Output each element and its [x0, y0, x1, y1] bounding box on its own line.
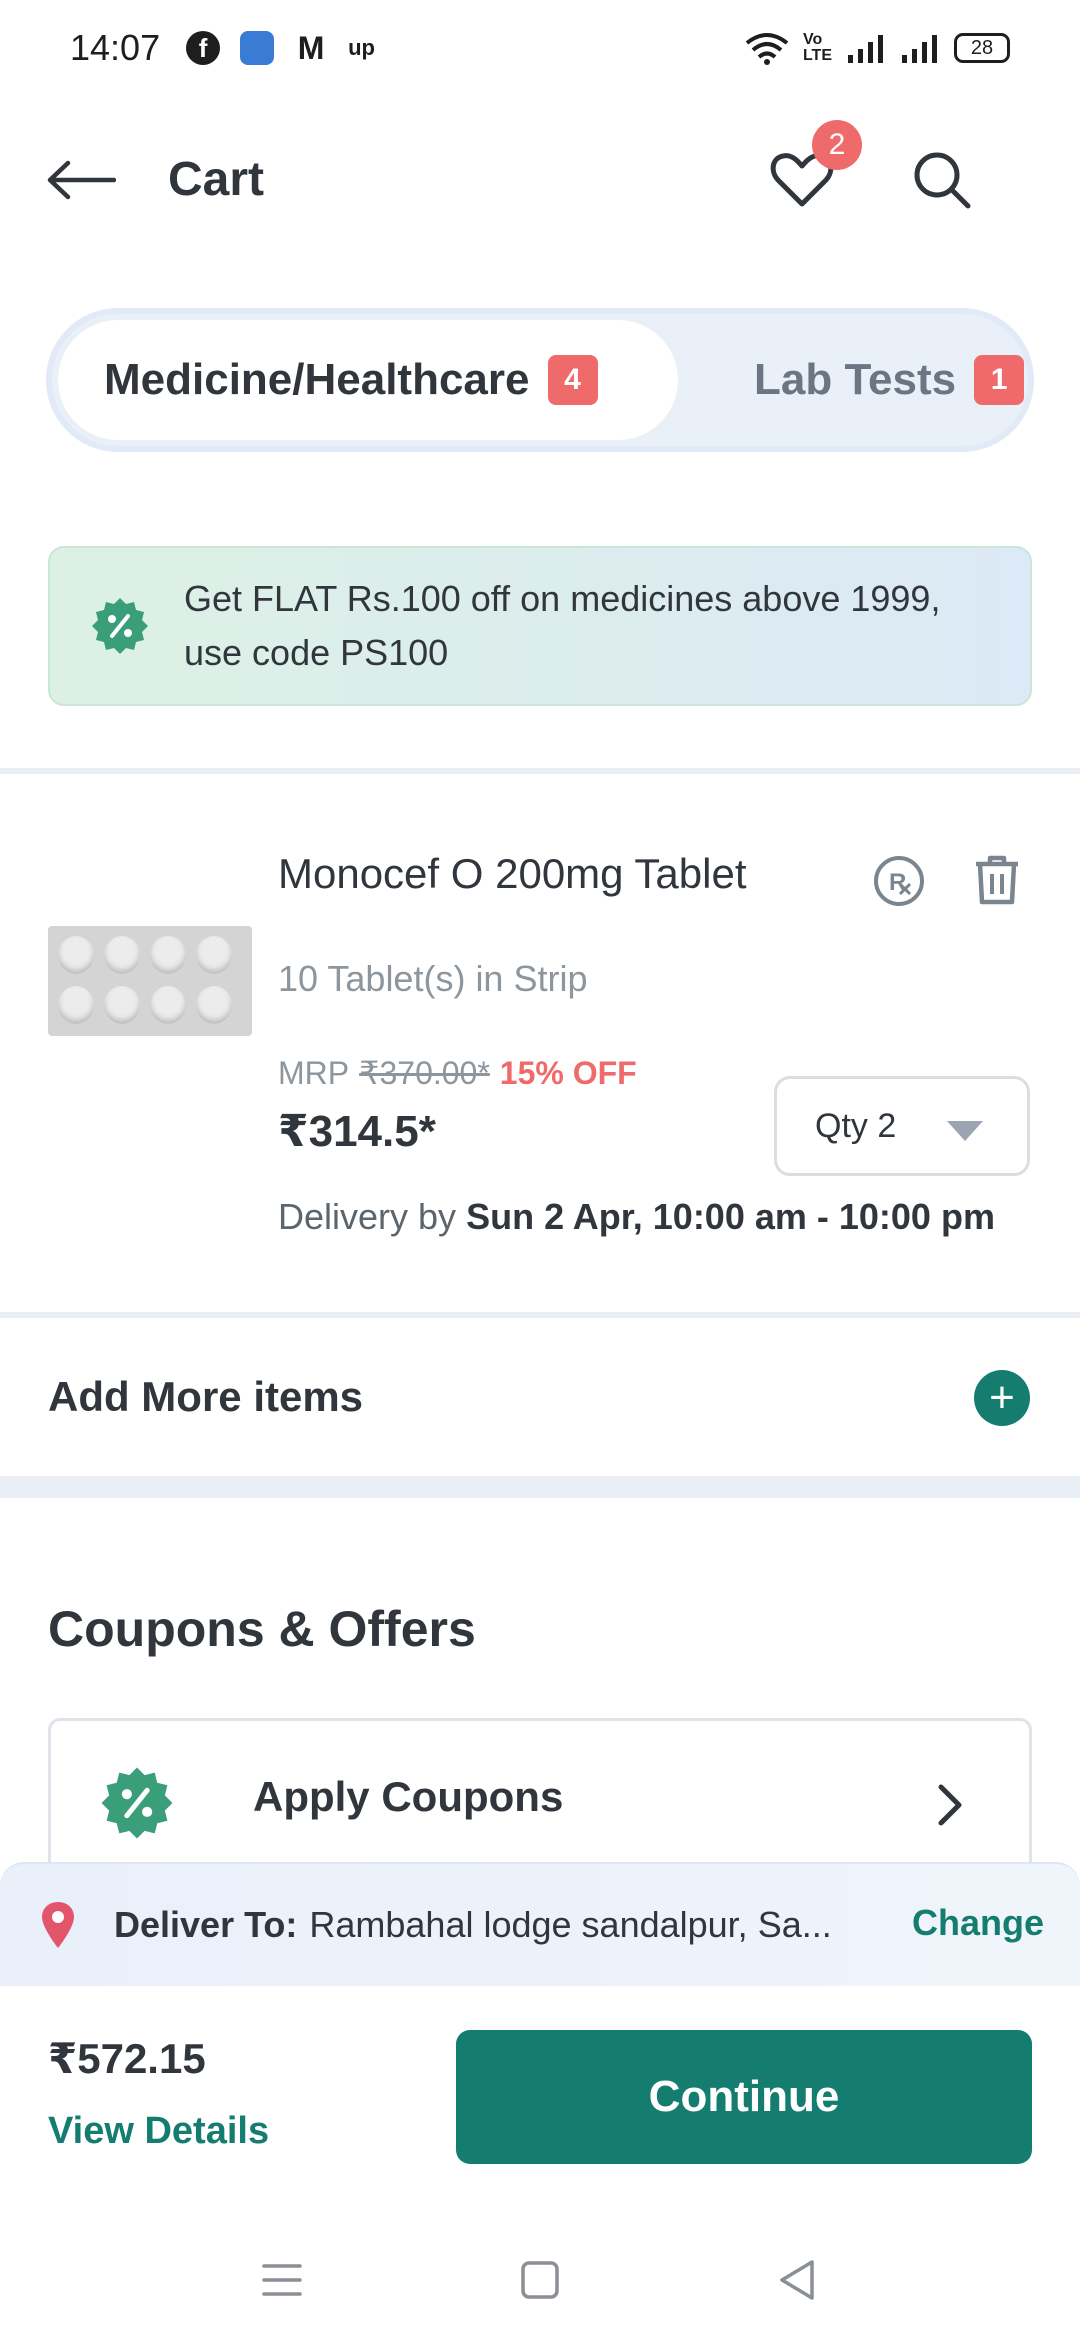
- tab-count-badge: 1: [974, 355, 1025, 405]
- caret-down-icon: [947, 1121, 983, 1141]
- tab-label: Medicine/Healthcare: [104, 355, 530, 404]
- coupon-icon: [101, 1767, 173, 1839]
- section-divider: [0, 1476, 1080, 1498]
- mrp-label: MRP: [278, 1055, 350, 1091]
- notification-icons: f M up: [186, 29, 375, 66]
- signal-icon: [848, 35, 883, 63]
- delivery-time: Sun 2 Apr, 10:00 am - 10:00 pm: [466, 1196, 995, 1237]
- wifi-icon: [745, 33, 789, 65]
- quantity-value: Qty 2: [815, 1106, 897, 1145]
- product-price: ₹314.5*: [278, 1107, 436, 1156]
- quantity-dropdown[interactable]: Qty 2: [774, 1076, 1030, 1176]
- search-button[interactable]: [906, 144, 978, 216]
- back-triangle-icon[interactable]: [770, 2252, 826, 2308]
- signal-icon-2: [902, 35, 937, 63]
- pill-graphic: [196, 986, 232, 1024]
- delivery-address-bar: Deliver To: Rambahal lodge sandalpur, Sa…: [0, 1862, 1080, 1986]
- tab-medicine-healthcare[interactable]: Medicine/Healthcare 4: [58, 320, 678, 440]
- discount-badge-icon: [92, 598, 148, 654]
- section-divider: [0, 1312, 1080, 1318]
- product-pack-size: 10 Tablet(s) in Strip: [278, 958, 588, 999]
- promo-banner: Get FLAT Rs.100 off on medicines above 1…: [48, 546, 1032, 706]
- status-time: 14:07: [70, 27, 161, 68]
- delivery-estimate: Delivery by Sun 2 Apr, 10:00 am - 10:00 …: [278, 1196, 995, 1238]
- add-more-button[interactable]: +: [974, 1370, 1030, 1426]
- pill-graphic: [104, 936, 140, 974]
- delivery-address: Rambahal lodge sandalpur, Sa...: [309, 1904, 832, 1945]
- cart-total: ₹572.15: [48, 2035, 206, 2082]
- tab-label: Lab Tests: [754, 355, 957, 404]
- change-address-link[interactable]: Change: [912, 1902, 1044, 1944]
- pill-graphic: [104, 986, 140, 1024]
- battery-icon: 28: [954, 33, 1010, 63]
- add-more-label: Add More items: [48, 1373, 364, 1420]
- section-divider: [0, 768, 1080, 774]
- pill-graphic: [58, 986, 94, 1024]
- app-icon: [240, 31, 275, 65]
- up-icon: up: [348, 35, 375, 60]
- page-title: Cart: [168, 153, 265, 206]
- coupons-section-title: Coupons & Offers: [48, 1601, 476, 1657]
- view-details-link[interactable]: View Details: [48, 2110, 269, 2153]
- add-more-items-row[interactable]: Add More items +: [48, 1362, 1032, 1432]
- tab-lab-tests[interactable]: Lab Tests 1: [706, 320, 1026, 440]
- product-name[interactable]: Monocef O 200mg Tablet: [278, 850, 747, 898]
- system-nav-bar: [0, 2220, 1080, 2340]
- mrp-value: ₹370.00*: [359, 1055, 490, 1091]
- search-icon: [914, 152, 971, 209]
- back-arrow-icon: [47, 160, 116, 200]
- home-icon[interactable]: [512, 2252, 568, 2308]
- delivery-prefix: Delivery by: [278, 1196, 457, 1237]
- wishlist-count-badge: 2: [812, 120, 862, 170]
- product-image[interactable]: [48, 926, 252, 1036]
- status-indicators: Vo LTE 28: [745, 31, 1010, 65]
- pill-graphic: [150, 936, 186, 974]
- app-header: Cart: [0, 120, 1080, 240]
- pill-graphic: [58, 936, 94, 974]
- deliver-to-label: Deliver To:: [114, 1904, 298, 1945]
- tab-count-badge: 4: [547, 355, 598, 405]
- rx-icon: R: [874, 856, 924, 906]
- gmail-icon: M: [297, 29, 325, 66]
- apply-coupons-label: Apply Coupons: [253, 1773, 564, 1820]
- prescription-button[interactable]: R: [872, 854, 926, 908]
- menu-icon[interactable]: [254, 2252, 310, 2308]
- chevron-right-icon: [938, 1784, 962, 1826]
- back-button[interactable]: [46, 150, 122, 210]
- pill-graphic: [150, 986, 186, 1024]
- promo-text: Get FLAT Rs.100 off on medicines above 1…: [184, 578, 941, 673]
- status-bar: 14:07 f M up Vo LTE 28: [0, 0, 1080, 96]
- discount-label: 15% OFF: [499, 1055, 637, 1091]
- facebook-icon: f: [186, 31, 221, 65]
- mrp-row: MRP ₹370.00* 15% OFF: [278, 1054, 637, 1092]
- pill-graphic: [196, 936, 232, 974]
- trash-icon: [976, 855, 1018, 905]
- location-pin-icon: [42, 1902, 74, 1948]
- category-tabs: Medicine/Healthcare 4 Lab Tests 1: [46, 308, 1034, 452]
- delete-button[interactable]: [970, 852, 1024, 908]
- continue-button[interactable]: Continue: [456, 2030, 1032, 2164]
- volte-icon: Vo LTE: [802, 31, 832, 64]
